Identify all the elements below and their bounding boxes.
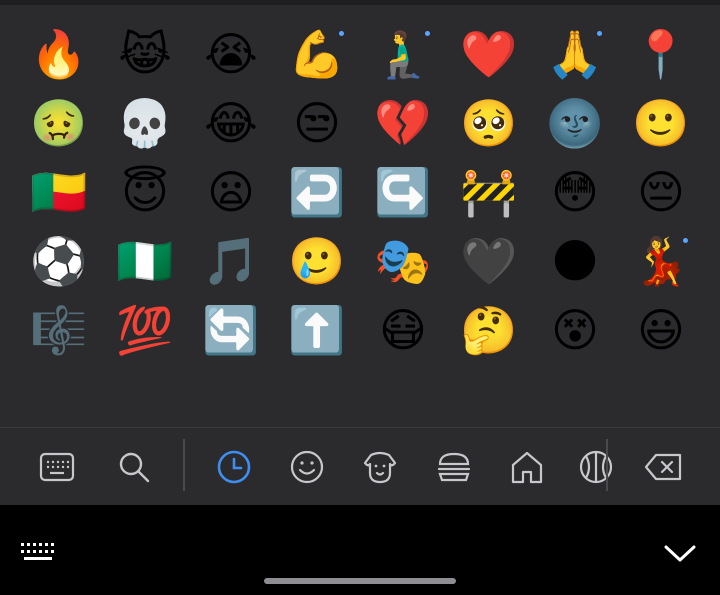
emoji-flexed-biceps[interactable]: 💪 xyxy=(274,19,360,88)
emoji-grinning-face-big-eyes[interactable]: 😃 xyxy=(618,295,704,364)
food-icon[interactable] xyxy=(434,447,474,487)
keyboard-grid-icon[interactable] xyxy=(19,539,61,567)
emoji-new-moon[interactable]: 🌑 xyxy=(532,226,618,295)
emoji-category-toolbar xyxy=(0,427,720,506)
emoji-performing-arts[interactable]: 🎭 xyxy=(360,226,446,295)
chevron-down-icon[interactable] xyxy=(660,539,700,571)
emoji-musical-score[interactable]: 🎼 xyxy=(16,295,102,364)
emoji-smiling-face-with-tear[interactable]: 🥲 xyxy=(274,226,360,295)
emoji-pensive-face[interactable]: 😔 xyxy=(618,157,704,226)
skin-tone-indicator xyxy=(683,238,688,243)
emoji-frowning-face-open-mouth[interactable]: 😦 xyxy=(188,157,274,226)
emoji-nauseated-face[interactable]: 🤢 xyxy=(16,88,102,157)
emoji-cat-with-tears-of-joy[interactable]: 😹 xyxy=(102,19,188,88)
home-indicator[interactable] xyxy=(264,578,456,584)
emoji-flag-benin[interactable]: 🇧🇯 xyxy=(16,157,102,226)
emoji-skull[interactable]: 💀 xyxy=(102,88,188,157)
recent-clock-icon[interactable] xyxy=(214,447,254,487)
toolbar-divider xyxy=(183,439,185,491)
emoji-flag-nigeria[interactable]: 🇳🇬 xyxy=(102,226,188,295)
emoji-smiling-face-with-halo[interactable]: 😇 xyxy=(102,157,188,226)
skin-tone-indicator xyxy=(425,31,430,36)
system-navigation-bar xyxy=(0,505,720,595)
emoji-new-moon-face[interactable]: 🌚 xyxy=(532,88,618,157)
emoji-hundred-points[interactable]: 💯 xyxy=(102,295,188,364)
emoji-counterclockwise-arrows[interactable]: 🔄 xyxy=(188,295,274,364)
emoji-slightly-smiling-face[interactable]: 🙂 xyxy=(618,88,704,157)
skin-tone-indicator xyxy=(339,31,344,36)
emoji-red-heart[interactable]: ❤️ xyxy=(446,19,532,88)
emoji-face-with-tears-of-joy[interactable]: 😂 xyxy=(188,88,274,157)
emoji-pleading-face[interactable]: 🥺 xyxy=(446,88,532,157)
emoji-unamused-face[interactable]: 😒 xyxy=(274,88,360,157)
emoji-up-arrow[interactable]: ⬆️ xyxy=(274,295,360,364)
emoji-black-heart[interactable]: 🖤 xyxy=(446,226,532,295)
emoji-thinking-face[interactable]: 🤔 xyxy=(446,295,532,364)
top-divider xyxy=(0,0,720,5)
backspace-icon[interactable] xyxy=(644,447,684,487)
emoji-soccer-ball[interactable]: ⚽ xyxy=(16,226,102,295)
emoji-face-with-medical-mask[interactable]: 😷 xyxy=(360,295,446,364)
emoji-round-pushpin[interactable]: 📍 xyxy=(618,19,704,88)
emoji-musical-note[interactable]: 🎵 xyxy=(188,226,274,295)
emoji-loudly-crying-face[interactable]: 😭 xyxy=(188,19,274,88)
search-icon[interactable] xyxy=(114,447,154,487)
emoji-dizzy-face[interactable]: 😵 xyxy=(532,295,618,364)
emoji-folded-hands[interactable]: 🙏 xyxy=(532,19,618,88)
sports-ball-icon[interactable] xyxy=(576,447,616,487)
emoji-woman-dancing[interactable]: 💃 xyxy=(618,226,704,295)
emoji-man-kneeling[interactable]: 🧎‍♂️ xyxy=(360,19,446,88)
home-icon[interactable] xyxy=(507,447,547,487)
keyboard-icon[interactable] xyxy=(37,447,77,487)
emoji-right-arrow-curving[interactable]: ↪️ xyxy=(360,157,446,226)
skin-tone-indicator xyxy=(597,31,602,36)
emoji-left-arrow-curving[interactable]: ↩️ xyxy=(274,157,360,226)
emoji-fire[interactable]: 🔥 xyxy=(16,19,102,88)
toolbar-divider xyxy=(606,439,608,491)
emoji-flushed-face[interactable]: 😳 xyxy=(532,157,618,226)
animal-icon[interactable] xyxy=(360,447,400,487)
emoji-broken-heart[interactable]: 💔 xyxy=(360,88,446,157)
smiley-icon[interactable] xyxy=(287,447,327,487)
emoji-grid: 🔥 😹 😭 💪 🧎‍♂️ ❤️ 🙏 📍 🤢 💀 😂 😒 💔 🥺 🌚 🙂 🇧🇯 😇 😦 ↩️ ↪️ 🚧 😳 😔 ⚽ 🇳🇬 🎵 🥲 🎭 🖤 🌑 💃… xyxy=(16,19,704,364)
emoji-construction[interactable]: 🚧 xyxy=(446,157,532,226)
